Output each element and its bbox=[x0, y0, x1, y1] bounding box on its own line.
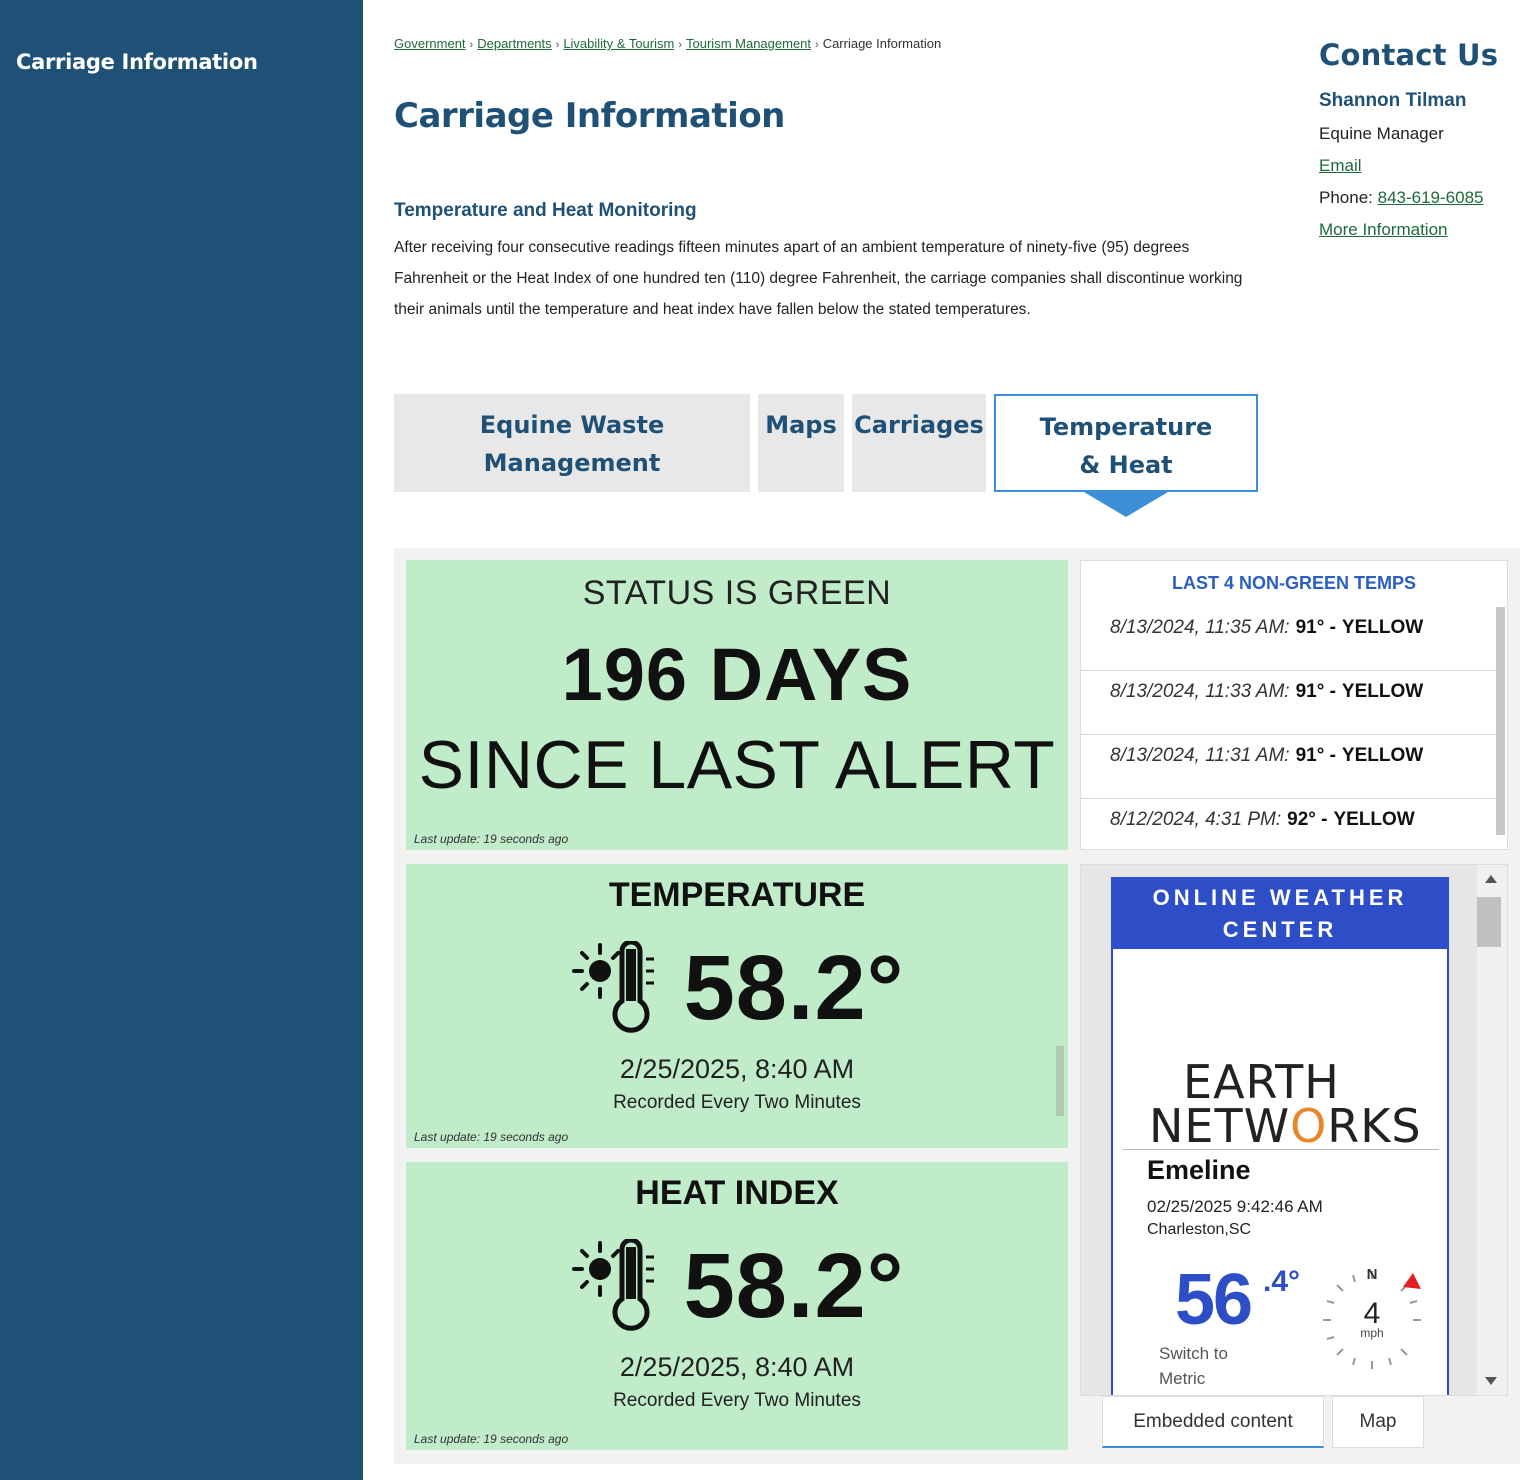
weather-card: ONLINE WEATHER CENTER EARTH NETWORKS Eme… bbox=[1111, 877, 1449, 1395]
switch-to-metric-link[interactable]: Switch to Metric bbox=[1159, 1341, 1228, 1391]
heat-index-date: 2/25/2025, 8:40 AM bbox=[619, 1352, 855, 1382]
breadcrumb-link-livability[interactable]: Livability & Tourism bbox=[563, 36, 674, 51]
wind-direction: N bbox=[1367, 1266, 1378, 1283]
breadcrumb-current: Carriage Information bbox=[822, 36, 942, 51]
days-since-count: 196 DAYS bbox=[561, 633, 913, 716]
tab-label: Equine Waste Management bbox=[479, 411, 665, 477]
heat-index-title: HEAT INDEX bbox=[635, 1174, 839, 1212]
since-last-alert: SINCE LAST ALERT bbox=[418, 727, 1056, 803]
scroll-up-icon[interactable] bbox=[1485, 875, 1497, 883]
wind-compass-icon: N 4 mph bbox=[1323, 1266, 1421, 1369]
list-item: 8/13/2024, 11:31 AM: 91° - YELLOW bbox=[1081, 735, 1497, 799]
sun-thermometer-icon bbox=[571, 1238, 654, 1331]
scroll-thumb[interactable] bbox=[1477, 897, 1501, 947]
tab-map[interactable]: Map bbox=[1332, 1396, 1424, 1448]
non-green-title: LAST 4 NON-GREEN TEMPS bbox=[1171, 573, 1417, 593]
current-temp-decimal: .4° bbox=[1263, 1265, 1301, 1298]
sidebar: Carriage Information bbox=[0, 0, 363, 1480]
breadcrumb-link-tourism[interactable]: Tourism Management bbox=[686, 36, 811, 51]
reading-level: YELLOW bbox=[1333, 809, 1415, 830]
earth-networks-logo: NETWORKS bbox=[1149, 1099, 1422, 1153]
tab-label: Temperature & Heat bbox=[1039, 413, 1213, 479]
last-update: Last update: 19 seconds ago bbox=[414, 1130, 569, 1144]
reading-time: 8/13/2024, 11:35 AM: bbox=[1110, 617, 1290, 638]
temperature-card: TEMPERATURE 58.2° 2/25/2025, 8:40 AM Rec… bbox=[406, 864, 1068, 1148]
active-tab-indicator bbox=[1084, 492, 1168, 517]
list-item: 8/13/2024, 11:35 AM: 91° - YELLOW bbox=[1081, 607, 1497, 671]
tab-temperature-heat[interactable]: Temperature & Heat bbox=[994, 394, 1258, 492]
sidebar-title[interactable]: Carriage Information bbox=[16, 50, 258, 74]
breadcrumb-separator: › bbox=[815, 39, 819, 51]
last-update: Last update: 19 seconds ago bbox=[414, 1432, 569, 1446]
contact-heading: Contact Us bbox=[1319, 38, 1499, 72]
contact-phone-label: Phone: bbox=[1319, 188, 1373, 207]
station-time: 02/25/2025 9:42:46 AM bbox=[1147, 1197, 1323, 1216]
reading-value: 91° - bbox=[1295, 681, 1336, 702]
weather-header: ONLINE WEATHER CENTER bbox=[1113, 879, 1447, 949]
scroll-down-icon[interactable] bbox=[1485, 1377, 1497, 1385]
tab-label: Carriages bbox=[854, 411, 984, 439]
reading-time: 8/13/2024, 11:33 AM: bbox=[1110, 681, 1290, 702]
non-green-temps-panel: LAST 4 NON-GREEN TEMPS 8/13/2024, 11:35 … bbox=[1080, 560, 1508, 850]
breadcrumb-separator: › bbox=[469, 39, 474, 51]
temperature-date: 2/25/2025, 8:40 AM bbox=[619, 1054, 855, 1084]
weather-widget-frame: ONLINE WEATHER CENTER EARTH NETWORKS Eme… bbox=[1080, 864, 1508, 1396]
reading-value: 91° - bbox=[1295, 745, 1336, 766]
card-scrollbar[interactable] bbox=[1056, 1046, 1064, 1116]
breadcrumb-separator: › bbox=[678, 39, 683, 51]
contact-panel: Contact Us Shannon Tilman Equine Manager… bbox=[1319, 38, 1519, 240]
temperature-value: 58.2° bbox=[683, 937, 905, 1039]
reading-value: 92° - bbox=[1287, 809, 1328, 830]
heat-index-value: 58.2° bbox=[683, 1235, 905, 1337]
breadcrumb: Government › Departments › Livability & Tour… bbox=[394, 36, 941, 51]
tab-embedded-content[interactable]: Embedded content bbox=[1102, 1396, 1324, 1448]
reading-level: YELLOW bbox=[1341, 745, 1424, 766]
station-location: Charleston,SC bbox=[1147, 1221, 1252, 1238]
list-scrollbar[interactable] bbox=[1496, 607, 1505, 835]
dashboard: STATUS IS GREEN 196 DAYS SINCE LAST ALER… bbox=[394, 548, 1520, 1464]
sun-thermometer-icon bbox=[571, 940, 654, 1033]
current-temp: 56 bbox=[1175, 1260, 1253, 1340]
heat-index-card: HEAT INDEX 58.2° 2/25/2025, 8:40 AM Reco… bbox=[406, 1162, 1068, 1450]
heat-index-sub: Recorded Every Two Minutes bbox=[613, 1390, 861, 1411]
list-item: 8/12/2024, 4:31 PM: 92° - YELLOW bbox=[1081, 799, 1497, 863]
tab-label: Map bbox=[1359, 1411, 1397, 1432]
contact-name: Shannon Tilman bbox=[1319, 90, 1467, 111]
contact-phone-link[interactable]: 843-619-6085 bbox=[1378, 188, 1484, 207]
temperature-title: TEMPERATURE bbox=[608, 876, 866, 914]
last-update: Last update: 19 seconds ago bbox=[414, 832, 569, 846]
contact-role: Equine Manager bbox=[1319, 124, 1444, 143]
temperature-sub: Recorded Every Two Minutes bbox=[613, 1092, 861, 1113]
list-item: 8/13/2024, 11:33 AM: 91° - YELLOW bbox=[1081, 671, 1497, 735]
breadcrumb-link-government[interactable]: Government bbox=[394, 36, 466, 51]
tab-label: Embedded content bbox=[1133, 1411, 1293, 1432]
section-body: After receiving four consecutive reading… bbox=[394, 239, 1243, 318]
divider bbox=[1123, 1149, 1439, 1150]
tab-maps[interactable]: Maps bbox=[758, 394, 844, 492]
breadcrumb-separator: › bbox=[555, 39, 560, 51]
section-title: Temperature and Heat Monitoring bbox=[394, 200, 697, 221]
reading-value: 91° - bbox=[1295, 617, 1336, 638]
contact-more-info-link[interactable]: More Information bbox=[1319, 220, 1448, 239]
tab-label: Maps bbox=[765, 411, 837, 439]
reading-level: YELLOW bbox=[1341, 681, 1424, 702]
tab-equine-waste[interactable]: Equine Waste Management bbox=[394, 394, 750, 492]
contact-email-link[interactable]: Email bbox=[1319, 156, 1362, 175]
breadcrumb-link-departments[interactable]: Departments bbox=[477, 36, 551, 51]
reading-time: 8/13/2024, 11:31 AM: bbox=[1110, 745, 1290, 766]
reading-time: 8/12/2024, 4:31 PM: bbox=[1110, 809, 1282, 830]
wind-unit: mph bbox=[1360, 1326, 1383, 1340]
station-name: Emeline bbox=[1147, 1155, 1251, 1185]
page-title: Carriage Information bbox=[394, 96, 785, 136]
tab-carriages[interactable]: Carriages bbox=[852, 394, 986, 492]
status-label: STATUS IS GREEN bbox=[582, 574, 892, 612]
status-card: STATUS IS GREEN 196 DAYS SINCE LAST ALER… bbox=[406, 560, 1068, 850]
reading-level: YELLOW bbox=[1341, 617, 1424, 638]
widget-scrollbar[interactable] bbox=[1477, 865, 1507, 1395]
